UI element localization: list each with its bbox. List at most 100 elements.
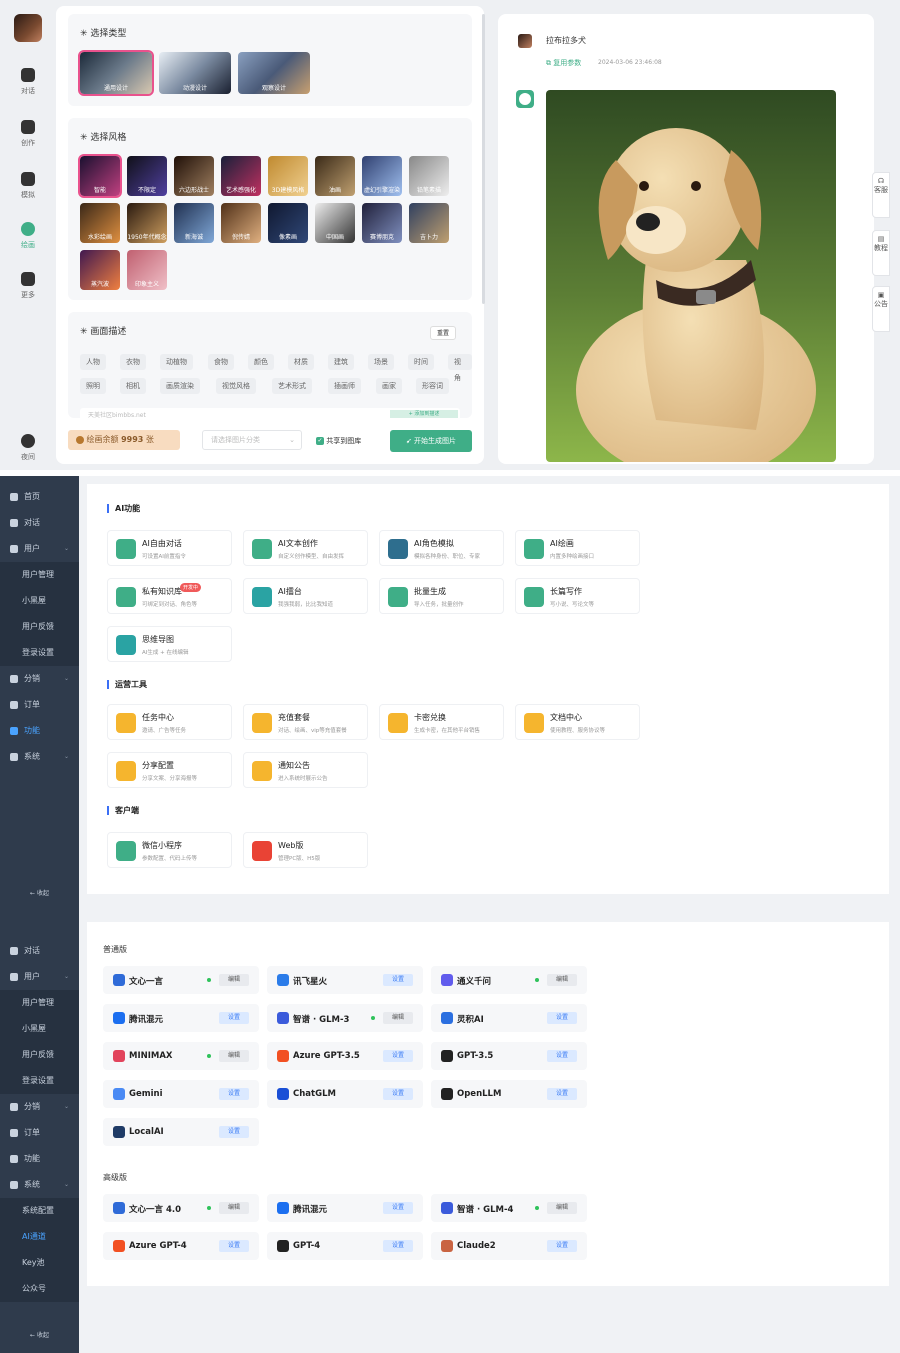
tag-chip[interactable]: 颜色 — [248, 354, 274, 370]
generate-button[interactable]: ➹ 开始生成图片 — [390, 430, 472, 452]
nav-simulate[interactable]: 模拟 — [0, 172, 56, 200]
tag-chip[interactable]: 衣物 — [120, 354, 146, 370]
side-tab-tutorial[interactable]: ▤ 教程 — [872, 230, 890, 276]
nav-item[interactable]: 功能 — [0, 1146, 79, 1172]
tag-chip[interactable]: 形容词 — [416, 378, 449, 394]
nav-item[interactable]: Key池 — [0, 1250, 79, 1276]
nav-chat[interactable]: 对话 — [0, 68, 56, 96]
model-action-button[interactable]: 设置 — [547, 1012, 577, 1024]
model-action-button[interactable]: 设置 — [547, 1050, 577, 1062]
style-card[interactable]: 像素画 — [268, 203, 308, 243]
nav-item[interactable]: 小黑屋 — [0, 1016, 79, 1042]
model-action-button[interactable]: 编辑 — [219, 1050, 249, 1062]
tag-chip[interactable]: 相机 — [120, 378, 146, 394]
nav-item[interactable]: 登录设置 — [0, 640, 79, 666]
style-card[interactable]: 印象主义 — [127, 250, 167, 290]
nav-item[interactable]: 对话 — [0, 938, 79, 964]
feature-card[interactable]: 批量生成 导入任务，批量创作 — [379, 578, 504, 614]
nav-item[interactable]: 用户反馈 — [0, 1042, 79, 1068]
feature-card[interactable]: 文档中心 使用教程、服务协议等 — [515, 704, 640, 740]
tag-chip[interactable]: 视角 — [448, 354, 472, 382]
nav-item[interactable]: 用户反馈 — [0, 614, 79, 640]
style-card[interactable]: 油画 — [315, 156, 355, 196]
nav-paint[interactable]: 绘画 — [0, 222, 56, 250]
nav-item[interactable]: 用户 ⌄ — [0, 964, 79, 990]
feature-card[interactable]: AI绘画 内置多种绘画接口 — [515, 530, 640, 566]
feature-card[interactable]: AI角色模拟 模拟各种身份、职位、专家 — [379, 530, 504, 566]
tag-chip[interactable]: 画质渲染 — [160, 378, 200, 394]
nav-item[interactable]: 系统 ⌄ — [0, 1172, 79, 1198]
feature-card[interactable]: AI文本创作 自定义创作模型、自由发挥 — [243, 530, 368, 566]
collapse-button-2[interactable]: ← 收起 — [0, 1330, 79, 1339]
model-action-button[interactable]: 设置 — [383, 1240, 413, 1252]
style-card[interactable]: 艺术感强化 — [221, 156, 261, 196]
feature-card[interactable]: 充值套餐 对话、绘画、vip等充值套餐 — [243, 704, 368, 740]
category-select[interactable]: 请选择图片分类 ⌄ — [202, 430, 302, 450]
share-checkbox[interactable]: ✓ 共享到图库 — [316, 436, 361, 446]
model-action-button[interactable]: 设置 — [383, 1088, 413, 1100]
style-card[interactable]: 3D建模风格 — [268, 156, 308, 196]
nav-item[interactable]: AI通道 — [0, 1224, 79, 1250]
tag-chip[interactable]: 材质 — [288, 354, 314, 370]
style-card[interactable]: 六边形战士 — [174, 156, 214, 196]
collapse-button-1[interactable]: ← 收起 — [0, 888, 79, 897]
style-card[interactable]: 水彩绘画 — [80, 203, 120, 243]
tag-chip[interactable]: 画家 — [376, 378, 402, 394]
nav-night[interactable]: 夜间 — [0, 434, 56, 462]
style-card[interactable]: 倪传婧 — [221, 203, 261, 243]
nav-item[interactable]: 首页 — [0, 484, 79, 510]
tag-chip[interactable]: 插画师 — [328, 378, 361, 394]
type-card-anime[interactable]: 动漫设计 — [159, 52, 231, 94]
avatar[interactable] — [14, 14, 42, 42]
nav-item[interactable]: 分销 ⌄ — [0, 666, 79, 692]
style-card[interactable]: 铅笔素描 — [409, 156, 449, 196]
tag-chip[interactable]: 照明 — [80, 378, 106, 394]
feature-card[interactable]: 微信小程序 参数配置、代码上传等 — [107, 832, 232, 868]
feature-card[interactable]: AI擂台 我强我弱，比比我知道 — [243, 578, 368, 614]
style-card[interactable]: 智能 — [78, 154, 122, 198]
scrollbar[interactable] — [482, 14, 485, 304]
model-action-button[interactable]: 设置 — [547, 1088, 577, 1100]
feature-card[interactable]: 卡密兑换 生成卡密，在其他平台销售 — [379, 704, 504, 740]
nav-item[interactable]: 订单 — [0, 692, 79, 718]
feature-card[interactable]: 私有知识库 可绑定到对话、角色等 开发中 — [107, 578, 232, 614]
tag-chip[interactable]: 食物 — [208, 354, 234, 370]
model-action-button[interactable]: 设置 — [219, 1240, 249, 1252]
tag-chip[interactable]: 动植物 — [160, 354, 193, 370]
nav-item[interactable]: 功能 — [0, 718, 79, 744]
tag-chip[interactable]: 时间 — [408, 354, 434, 370]
tag-chip[interactable]: 人物 — [80, 354, 106, 370]
model-action-button[interactable]: 编辑 — [219, 974, 249, 986]
model-action-button[interactable]: 设置 — [383, 1050, 413, 1062]
feature-card[interactable]: AI自由对话 可设置AI前置指令 — [107, 530, 232, 566]
nav-item[interactable]: 订单 — [0, 1120, 79, 1146]
style-card[interactable]: 赛博朋克 — [362, 203, 402, 243]
reset-button[interactable]: 重置 — [430, 326, 457, 340]
feature-card[interactable]: 分享配置 分享文案、分享海报等 — [107, 752, 232, 788]
model-action-button[interactable]: 编辑 — [383, 1012, 413, 1024]
tag-chip[interactable]: 视觉风格 — [216, 378, 256, 394]
model-action-button[interactable]: 编辑 — [547, 1202, 577, 1214]
model-action-button[interactable]: 设置 — [383, 1202, 413, 1214]
tag-chip[interactable]: 建筑 — [328, 354, 354, 370]
side-tab-service[interactable]: ☊ 客服 — [872, 172, 890, 218]
feature-card[interactable]: 通知公告 进入系统时展示公告 — [243, 752, 368, 788]
model-action-button[interactable]: 设置 — [219, 1012, 249, 1024]
style-card[interactable]: 吉卜力 — [409, 203, 449, 243]
model-action-button[interactable]: 编辑 — [547, 974, 577, 986]
nav-item[interactable]: 小黑屋 — [0, 588, 79, 614]
feature-card[interactable]: 任务中心 邀请、广告等任务 — [107, 704, 232, 740]
model-action-button[interactable]: 编辑 — [219, 1202, 249, 1214]
side-tab-notice[interactable]: ▣ 公告 — [872, 286, 890, 332]
model-action-button[interactable]: 设置 — [383, 974, 413, 986]
style-card[interactable]: 1950年代概念 — [127, 203, 167, 243]
nav-item[interactable]: 用户 ⌄ — [0, 536, 79, 562]
feature-card[interactable]: Web版 管理PC版、H5版 — [243, 832, 368, 868]
model-action-button[interactable]: 设置 — [547, 1240, 577, 1252]
style-card[interactable]: 新海诚 — [174, 203, 214, 243]
add-desc-button[interactable]: + 添加到描述 — [390, 410, 458, 418]
feature-card[interactable]: 思维导图 AI生成 + 在线编辑 — [107, 626, 232, 662]
nav-item[interactable]: 系统 ⌄ — [0, 744, 79, 770]
style-card[interactable]: 蒸汽波 — [80, 250, 120, 290]
style-card[interactable]: 虚幻引擎渲染 — [362, 156, 402, 196]
